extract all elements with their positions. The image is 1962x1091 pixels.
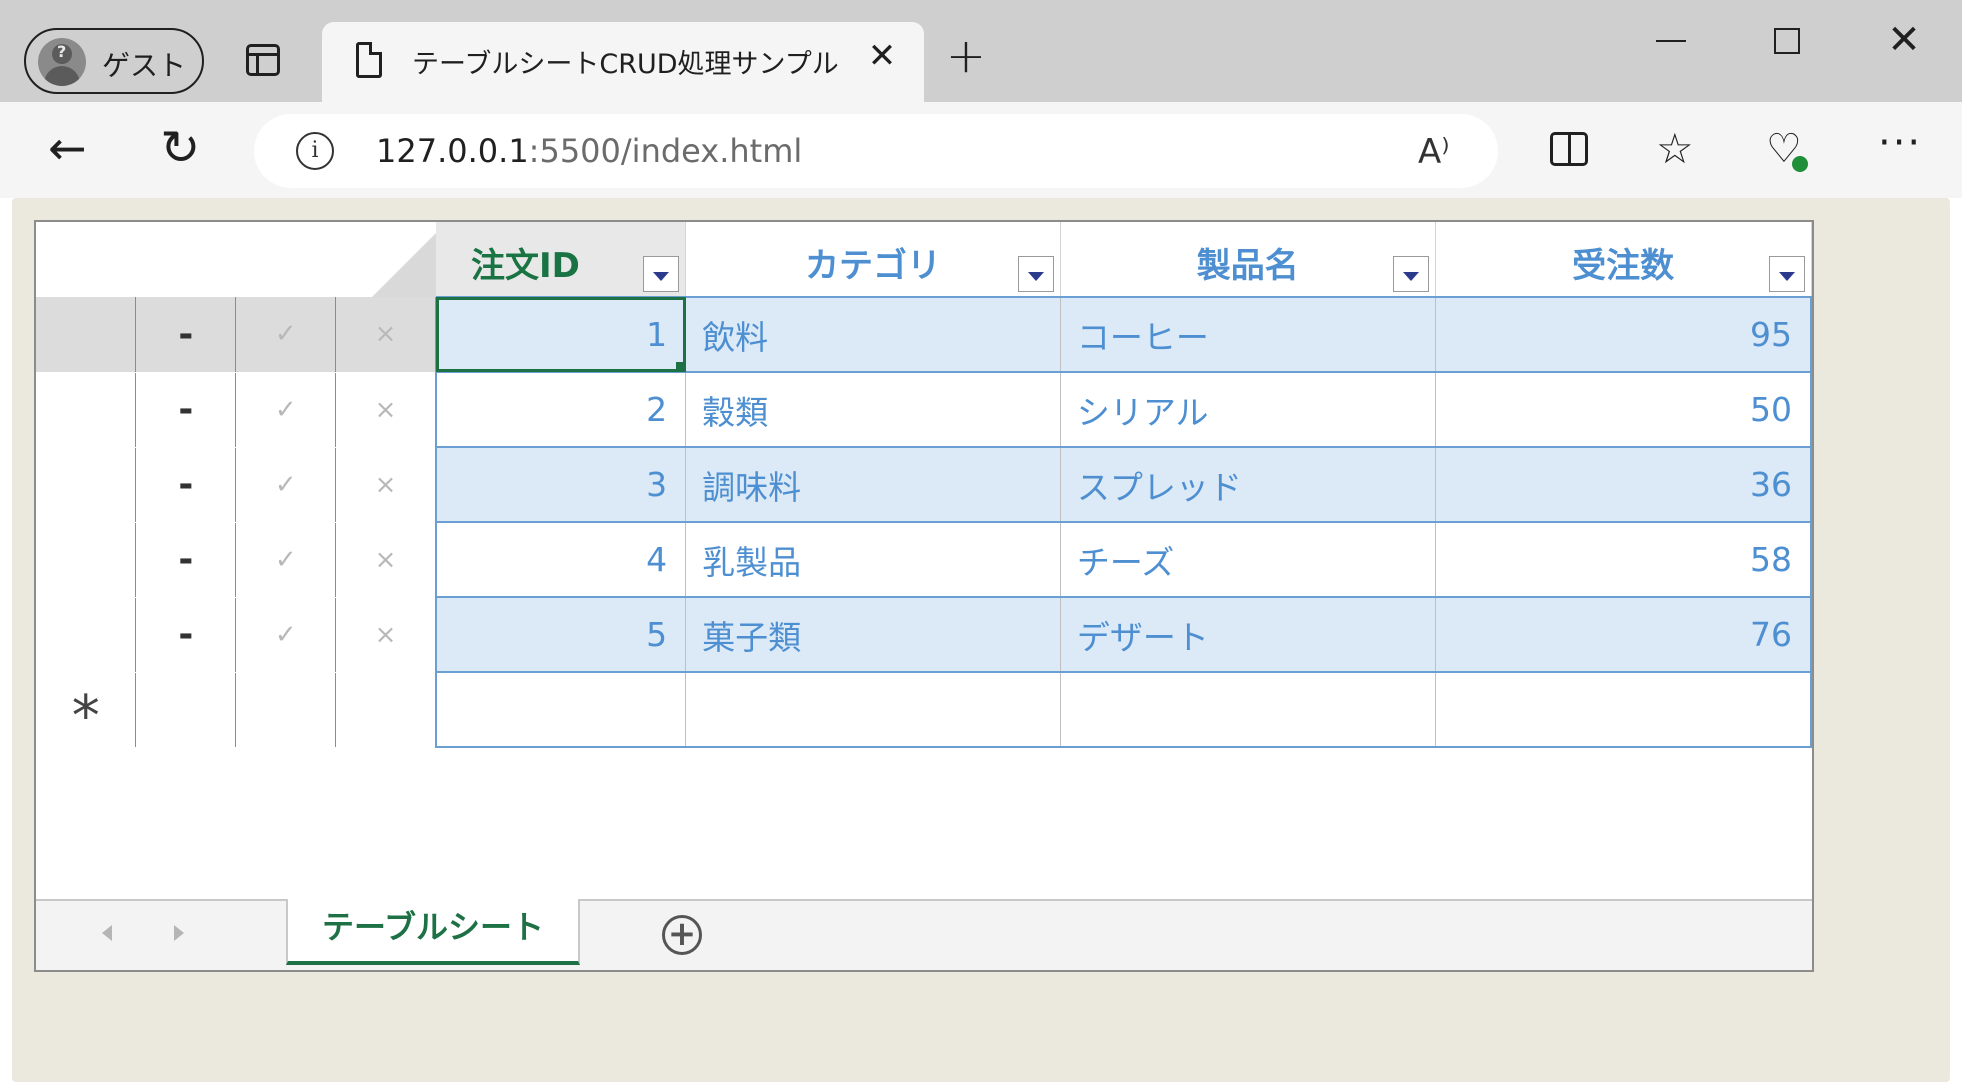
tab-actions-icon[interactable] bbox=[246, 44, 280, 76]
commit-row-button[interactable]: ✓ bbox=[235, 597, 337, 673]
table-row: - ✓ × 2 穀類 シリアル 50 bbox=[36, 372, 1812, 448]
split-screen-icon[interactable] bbox=[1550, 132, 1588, 166]
cell-product[interactable]: デザート bbox=[1060, 597, 1436, 673]
row-action-cell bbox=[235, 672, 337, 748]
refresh-icon[interactable]: ↻ bbox=[160, 124, 204, 172]
row-action-cell bbox=[335, 672, 437, 748]
status-check-icon bbox=[1792, 156, 1808, 172]
tab-title: テーブルシートCRUD処理サンプル bbox=[412, 49, 839, 80]
cell-order-id[interactable]: 4 bbox=[434, 522, 687, 598]
browser-tab[interactable]: テーブルシートCRUD処理サンプル ✕ bbox=[322, 22, 924, 102]
sheet-tab-bar: テーブルシート + bbox=[36, 899, 1812, 970]
column-header-quantity[interactable]: 受注数 bbox=[1435, 222, 1812, 298]
sheet-tab-active[interactable]: テーブルシート bbox=[286, 899, 580, 965]
cell-product[interactable]: シリアル bbox=[1060, 372, 1436, 448]
table-sheet: 注文ID カテゴリ 製品名 受注数 - ✓ × 1 飲料 コーヒー 95 - ✓… bbox=[34, 220, 1814, 972]
more-options-icon[interactable]: ··· bbox=[1878, 120, 1922, 166]
column-header-product[interactable]: 製品名 bbox=[1060, 222, 1436, 298]
cell-category[interactable]: 菓子類 bbox=[685, 597, 1061, 673]
row-header[interactable] bbox=[36, 372, 137, 448]
table-row: - ✓ × 1 飲料 コーヒー 95 bbox=[36, 297, 1812, 373]
fill-handle[interactable] bbox=[676, 362, 685, 370]
cell-quantity[interactable]: 95 bbox=[1435, 297, 1812, 373]
cell-quantity[interactable]: 58 bbox=[1435, 522, 1812, 598]
cell-order-id[interactable]: 2 bbox=[434, 372, 687, 448]
site-info-icon[interactable]: i bbox=[296, 132, 334, 170]
url-text[interactable]: 127.0.0.1:5500/index.html bbox=[376, 132, 802, 170]
remove-row-button[interactable]: - bbox=[135, 522, 237, 598]
minimize-icon[interactable] bbox=[1656, 40, 1686, 42]
new-cell-order-id[interactable] bbox=[434, 672, 687, 748]
profile-label: ゲスト bbox=[102, 49, 187, 82]
cancel-row-button[interactable]: × bbox=[335, 372, 437, 448]
cell-quantity[interactable]: 76 bbox=[1435, 597, 1812, 673]
browser-toolbar: ← ↻ i 127.0.0.1:5500/index.html A⁾ ☆ ♡ ·… bbox=[0, 102, 1962, 198]
add-sheet-icon[interactable]: + bbox=[662, 915, 702, 955]
cancel-row-button[interactable]: × bbox=[335, 447, 437, 523]
commit-row-button[interactable]: ✓ bbox=[235, 447, 337, 523]
commit-row-button[interactable]: ✓ bbox=[235, 522, 337, 598]
new-tab-icon[interactable]: + bbox=[944, 32, 988, 80]
remove-row-button[interactable]: - bbox=[135, 372, 237, 448]
commit-row-button[interactable]: ✓ bbox=[235, 297, 337, 373]
guest-avatar-icon: ? bbox=[38, 38, 86, 86]
row-action-cell bbox=[135, 672, 237, 748]
page-content: 注文ID カテゴリ 製品名 受注数 - ✓ × 1 飲料 コーヒー 95 - ✓… bbox=[12, 198, 1950, 1082]
close-tab-icon[interactable]: ✕ bbox=[862, 36, 902, 76]
cell-product[interactable]: スプレッド bbox=[1060, 447, 1436, 523]
scroll-tabs-left-icon[interactable] bbox=[102, 925, 112, 941]
filter-dropdown-icon[interactable] bbox=[643, 256, 680, 292]
cell-order-id[interactable]: 3 bbox=[434, 447, 687, 523]
profile-button[interactable]: ? ゲスト bbox=[24, 28, 204, 94]
table-row: - ✓ × 4 乳製品 チーズ 58 bbox=[36, 522, 1812, 598]
read-aloud-icon[interactable]: A⁾ bbox=[1418, 132, 1450, 172]
row-header[interactable] bbox=[36, 447, 137, 523]
cell-product[interactable]: コーヒー bbox=[1060, 297, 1436, 373]
row-header[interactable] bbox=[36, 597, 137, 673]
cell-category[interactable]: 穀類 bbox=[685, 372, 1061, 448]
cancel-row-button[interactable]: × bbox=[335, 597, 437, 673]
cell-quantity[interactable]: 36 bbox=[1435, 447, 1812, 523]
new-row-marker[interactable]: * bbox=[36, 672, 137, 748]
filter-dropdown-icon[interactable] bbox=[1017, 256, 1054, 292]
cell-order-id[interactable]: 5 bbox=[434, 597, 687, 673]
new-cell-quantity[interactable] bbox=[1435, 672, 1812, 748]
new-cell-category[interactable] bbox=[685, 672, 1061, 748]
address-bar[interactable]: i 127.0.0.1:5500/index.html A⁾ bbox=[254, 114, 1498, 188]
new-cell-product[interactable] bbox=[1060, 672, 1436, 748]
column-header-order-id[interactable]: 注文ID bbox=[435, 222, 687, 298]
cell-category[interactable]: 調味料 bbox=[685, 447, 1061, 523]
commit-row-button[interactable]: ✓ bbox=[235, 372, 337, 448]
select-all-corner[interactable] bbox=[36, 222, 436, 297]
column-header-category[interactable]: カテゴリ bbox=[685, 222, 1061, 298]
remove-row-button[interactable]: - bbox=[135, 297, 237, 373]
remove-row-button[interactable]: - bbox=[135, 447, 237, 523]
cell-category[interactable]: 乳製品 bbox=[685, 522, 1061, 598]
header-row: 注文ID カテゴリ 製品名 受注数 bbox=[36, 222, 1812, 298]
data-grid: 注文ID カテゴリ 製品名 受注数 - ✓ × 1 飲料 コーヒー 95 - ✓… bbox=[36, 222, 1812, 748]
window-close-icon[interactable]: ✕ bbox=[1884, 18, 1924, 62]
title-bar: ? ゲスト テーブルシートCRUD処理サンプル ✕ + ✕ bbox=[0, 0, 1962, 102]
favorites-icon[interactable]: ☆ bbox=[1656, 124, 1694, 173]
table-row: - ✓ × 5 菓子類 デザート 76 bbox=[36, 597, 1812, 673]
back-icon[interactable]: ← bbox=[48, 125, 92, 171]
new-row: * bbox=[36, 672, 1812, 748]
cell-order-id[interactable]: 1 bbox=[434, 297, 687, 373]
page-icon bbox=[356, 42, 382, 78]
cell-product[interactable]: チーズ bbox=[1060, 522, 1436, 598]
cancel-row-button[interactable]: × bbox=[335, 522, 437, 598]
cell-quantity[interactable]: 50 bbox=[1435, 372, 1812, 448]
scroll-tabs-right-icon[interactable] bbox=[174, 925, 184, 941]
cell-category[interactable]: 飲料 bbox=[685, 297, 1061, 373]
maximize-icon[interactable] bbox=[1774, 28, 1800, 54]
filter-dropdown-icon[interactable] bbox=[1768, 256, 1805, 292]
remove-row-button[interactable]: - bbox=[135, 597, 237, 673]
cancel-row-button[interactable]: × bbox=[335, 297, 437, 373]
row-header[interactable] bbox=[36, 297, 137, 373]
filter-dropdown-icon[interactable] bbox=[1392, 256, 1429, 292]
row-header[interactable] bbox=[36, 522, 137, 598]
table-row: - ✓ × 3 調味料 スプレッド 36 bbox=[36, 447, 1812, 523]
